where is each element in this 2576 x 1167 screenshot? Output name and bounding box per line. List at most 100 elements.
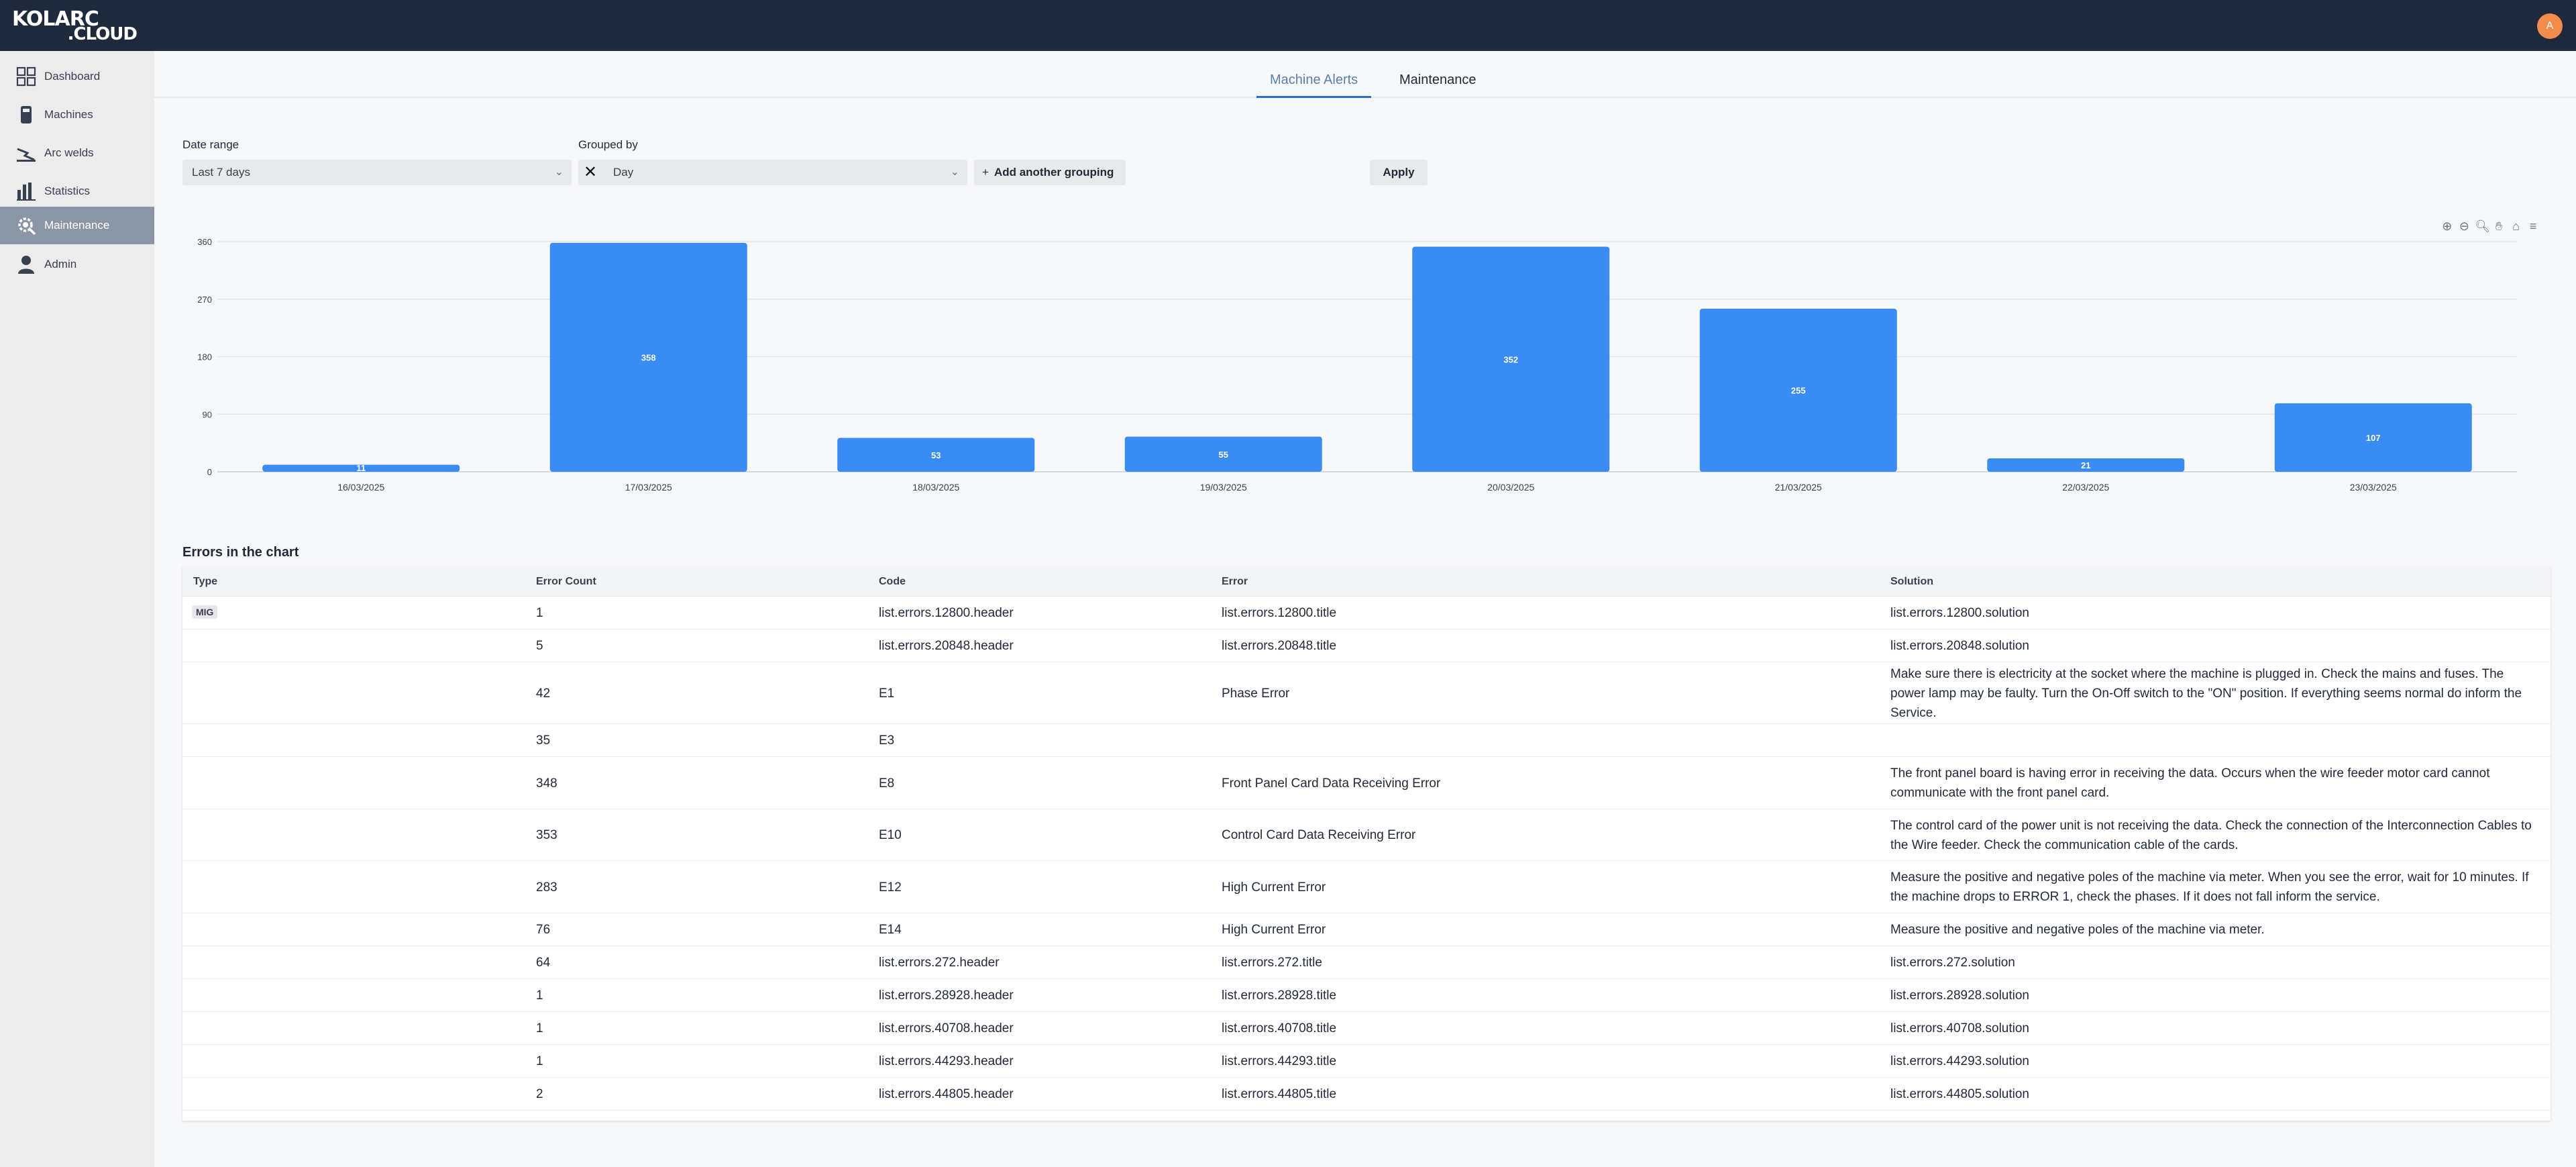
bar-data-label: 55 — [1219, 450, 1228, 460]
cell-solution: list.errors.12800.solution — [1890, 606, 2029, 620]
sidebar-item-dashboard[interactable]: Dashboard — [0, 58, 154, 95]
cell-error: list.errors.44293.title — [1222, 1054, 1337, 1068]
errors-table: Type Error Count Code Error Solution MIG… — [182, 567, 2551, 1121]
table-row: 1 list.errors.44293.header list.errors.442… — [182, 1045, 2551, 1078]
table-row: 35 E3 — [182, 724, 2551, 757]
dashboard-icon — [15, 65, 38, 88]
cell-code: E3 — [879, 733, 895, 748]
tab-bar: Machine Alerts Maintenance — [154, 51, 2576, 98]
x-tick-label: 16/03/2025 — [337, 482, 384, 493]
cell-solution — [1890, 724, 2541, 757]
sidebar-item-label: Admin — [44, 258, 77, 270]
table-title: Errors in the chart — [182, 545, 299, 560]
grouped-by-select[interactable]: ✕ Day ⌄ — [578, 160, 967, 185]
cell-count: 1 — [536, 988, 543, 1003]
cell-code: list.errors.28928.header — [879, 988, 1014, 1003]
statistics-icon — [15, 180, 38, 203]
header-error: Error — [1222, 576, 1248, 587]
y-tick-label: 0 — [207, 467, 212, 477]
cell-error: list.errors.20848.title — [1222, 639, 1337, 653]
cell-error: list.errors.272.title — [1222, 956, 1322, 970]
table-row: MIG 1 list.errors.12800.header list.errors.… — [182, 597, 2551, 629]
cell-count: 348 — [536, 776, 557, 791]
cell-error: High Current Error — [1222, 880, 1326, 895]
apply-button[interactable]: Apply — [1370, 160, 1428, 185]
cell-count: 1 — [536, 1021, 543, 1035]
arc-weld-icon — [15, 142, 38, 164]
cell-solution: list.errors.44805.solution — [1890, 1087, 2029, 1101]
add-grouping-button[interactable]: + Add another grouping — [974, 160, 1126, 185]
x-tick-label: 20/03/2025 — [1487, 482, 1534, 493]
logo-line-2: .CLOUD — [67, 24, 138, 44]
cell-code: E14 — [879, 923, 902, 937]
table-row: 348 E8 Front Panel Card Data Receiving Err… — [182, 757, 2551, 809]
x-tick-label: 21/03/2025 — [1775, 482, 1822, 493]
header-error-count: Error Count — [536, 576, 596, 587]
table-row: 353 E10 Control Card Data Receiving Error T… — [182, 809, 2551, 861]
cell-code: E1 — [879, 686, 895, 701]
x-tick-label: 18/03/2025 — [912, 482, 959, 493]
cell-error: High Current Error — [1222, 923, 1326, 937]
sidebar: Dashboard Machines Arc welds Statistics … — [0, 51, 154, 1167]
sidebar-item-label: Maintenance — [44, 219, 110, 232]
y-tick-label: 360 — [197, 237, 212, 247]
date-range-label: Date range — [182, 138, 239, 151]
table-row: 64 list.errors.272.header list.errors.272.… — [182, 946, 2551, 979]
cell-count: 2 — [536, 1087, 543, 1101]
remove-grouping-icon[interactable]: ✕ — [584, 160, 597, 185]
cell-code: list.errors.44805.header — [879, 1087, 1014, 1101]
table-row: 1 list.errors.28928.header list.errors.289… — [182, 979, 2551, 1012]
sidebar-item-admin[interactable]: Admin — [0, 246, 154, 283]
x-tick-label: 23/03/2025 — [2350, 482, 2397, 493]
date-range-select[interactable]: Last 7 days ⌄ — [182, 160, 572, 185]
tab-machine-alerts[interactable]: Machine Alerts — [1256, 70, 1372, 98]
x-tick-label: 22/03/2025 — [2062, 482, 2109, 493]
admin-icon — [15, 253, 38, 276]
cell-solution: list.errors.28928.solution — [1890, 988, 2029, 1003]
sidebar-item-machines[interactable]: Machines — [0, 96, 154, 134]
cell-count: 283 — [536, 880, 557, 895]
cell-error: list.errors.40708.title — [1222, 1021, 1337, 1035]
bar-data-label: 11 — [356, 463, 366, 473]
table-row: 42 E1 Phase Error Make sure there is electr… — [182, 662, 2551, 724]
bar-data-label: 53 — [931, 450, 941, 460]
sidebar-item-arc-welds[interactable]: Arc welds — [0, 134, 154, 172]
grouped-by-label: Grouped by — [578, 138, 638, 151]
cell-code: E12 — [879, 880, 902, 895]
type-badge: MIG — [192, 605, 218, 619]
cell-solution: list.errors.40708.solution — [1890, 1021, 2029, 1035]
cell-solution: Measure the positive and negative poles … — [1890, 870, 2529, 904]
kolarc-logo[interactable]: KOLARC .CLOUD — [12, 8, 138, 44]
cell-count: 1 — [536, 606, 543, 620]
cell-error: list.errors.28928.title — [1222, 988, 1337, 1003]
cell-count: 5 — [536, 639, 543, 653]
cell-solution: list.errors.44293.solution — [1890, 1054, 2029, 1068]
table-row: 1 list.errors.40708.header list.errors.407… — [182, 1012, 2551, 1045]
sidebar-item-maintenance[interactable]: Maintenance — [0, 207, 154, 244]
sidebar-item-label: Dashboard — [44, 70, 101, 83]
cell-error: Phase Error — [1222, 686, 1290, 701]
top-bar: KOLARC .CLOUD A — [0, 0, 2576, 51]
bar-data-label: 255 — [1791, 386, 1806, 396]
chevron-down-icon: ⌄ — [950, 166, 959, 178]
sidebar-item-label: Arc welds — [44, 146, 94, 159]
sidebar-item-statistics[interactable]: Statistics — [0, 172, 154, 210]
cell-code: list.errors.44293.header — [879, 1054, 1014, 1068]
tab-maintenance[interactable]: Maintenance — [1386, 70, 1490, 98]
cell-solution: Make sure there is electricity at the so… — [1890, 666, 2522, 720]
cell-error — [1222, 724, 1866, 757]
y-tick-label: 270 — [197, 295, 212, 305]
user-avatar[interactable]: A — [2537, 13, 2563, 39]
table-row: 283 E12 High Current Error Measure the posi… — [182, 861, 2551, 913]
x-tick-label: 19/03/2025 — [1200, 482, 1247, 493]
x-tick-label: 17/03/2025 — [625, 482, 672, 493]
cell-error: list.errors.12800.title — [1222, 606, 1337, 620]
bar-data-label: 358 — [641, 352, 656, 362]
plus-icon: + — [982, 166, 989, 179]
cell-solution: Measure the positive and negative poles … — [1890, 923, 2265, 937]
sidebar-item-label: Statistics — [44, 185, 91, 197]
y-tick-label: 90 — [203, 409, 212, 419]
cell-error: list.errors.44805.title — [1222, 1087, 1337, 1101]
cell-code: list.errors.20848.header — [879, 639, 1014, 653]
cell-count: 76 — [536, 923, 551, 937]
